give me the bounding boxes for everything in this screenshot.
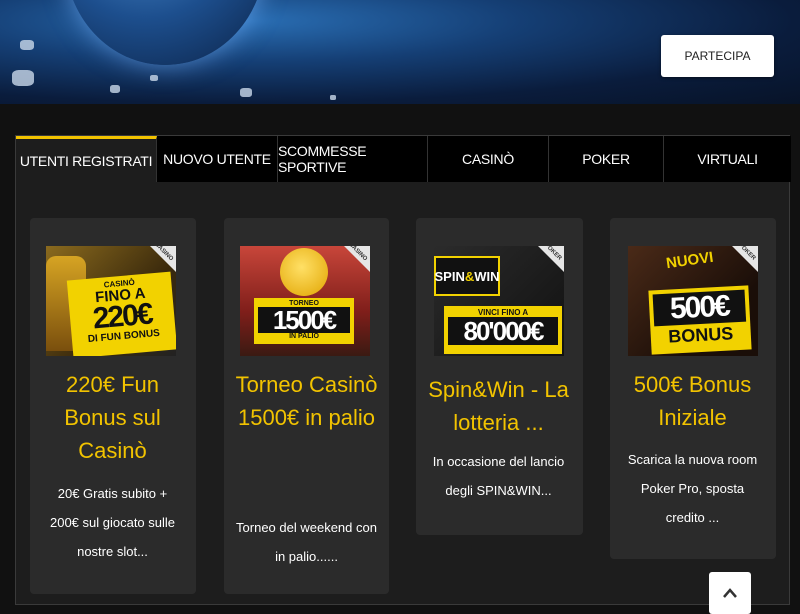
tab-poker[interactable]: POKER [549, 136, 664, 182]
soccer-ball-image [65, 0, 265, 65]
promo-image[interactable]: SPIN & WIN VINCI FINO A 80'000€ POKER [434, 246, 564, 356]
spin-win-logo: SPIN & WIN [434, 256, 500, 296]
promo-title[interactable]: Torneo Casinò 1500€ in palio [230, 368, 383, 434]
promo-label: TORNEO 1500€ IN PALIO [254, 298, 354, 344]
promo-image[interactable]: TORNEO 1500€ IN PALIO CASINO [240, 246, 370, 356]
asteroid-decoration [12, 70, 34, 86]
tab-scommesse-sportive[interactable]: SCOMMESSE SPORTIVE [278, 136, 428, 182]
hero-banner: PARTECIPA [0, 0, 800, 104]
chevron-up-icon [723, 588, 737, 598]
tab-nuovo-utente[interactable]: NUOVO UTENTE [157, 136, 278, 182]
promo-title[interactable]: 500€ Bonus Iniziale [616, 368, 769, 434]
partecipa-button[interactable]: PARTECIPA [661, 35, 774, 77]
promo-title[interactable]: 220€ Fun Bonus sul Casinò [36, 368, 189, 467]
promo-description: 20€ Gratis subito + 200€ sul giocato sul… [49, 486, 176, 559]
asteroid-decoration [330, 95, 336, 100]
scroll-to-top-button[interactable] [709, 572, 751, 614]
asteroid-decoration [150, 75, 158, 81]
promo-title[interactable]: Spin&Win - La lotteria ... [422, 373, 575, 439]
promo-card[interactable]: NUOVI 500€ BONUS POKER 500€ Bonus Inizia… [610, 218, 776, 559]
promo-label: CASINÒ FINO A 220€ DI FUN BONUS [66, 271, 176, 356]
asteroid-decoration [110, 85, 120, 93]
promo-description: In occasione del lancio degli SPIN&WIN..… [432, 454, 565, 498]
promo-description: Torneo del weekend con in palio...... [236, 520, 377, 564]
promo-image[interactable]: NUOVI 500€ BONUS POKER [628, 246, 758, 356]
promo-label: 500€ BONUS [648, 285, 752, 355]
promo-card[interactable]: TORNEO 1500€ IN PALIO CASINO Torneo Casi… [224, 218, 389, 594]
promo-description: Scarica la nuova room Poker Pro, sposta … [627, 452, 758, 525]
promo-card[interactable]: SPIN & WIN VINCI FINO A 80'000€ POKER Spin… [416, 218, 583, 535]
promo-card[interactable]: CASINÒ FINO A 220€ DI FUN BONUS CASINO 2… [30, 218, 196, 594]
tab-bar: UTENTI REGISTRATI NUOVO UTENTE SCOMMESSE… [16, 136, 791, 182]
tab-virtuali[interactable]: VIRTUALI [664, 136, 791, 182]
asteroid-decoration [240, 88, 252, 97]
promo-label: VINCI FINO A 80'000€ [444, 306, 562, 354]
tab-casino[interactable]: CASINÒ [428, 136, 549, 182]
promo-image[interactable]: CASINÒ FINO A 220€ DI FUN BONUS CASINO [46, 246, 176, 356]
lucky-pig-figure [280, 248, 328, 296]
tab-utenti-registrati[interactable]: UTENTI REGISTRATI [16, 136, 157, 182]
asteroid-decoration [20, 40, 34, 50]
